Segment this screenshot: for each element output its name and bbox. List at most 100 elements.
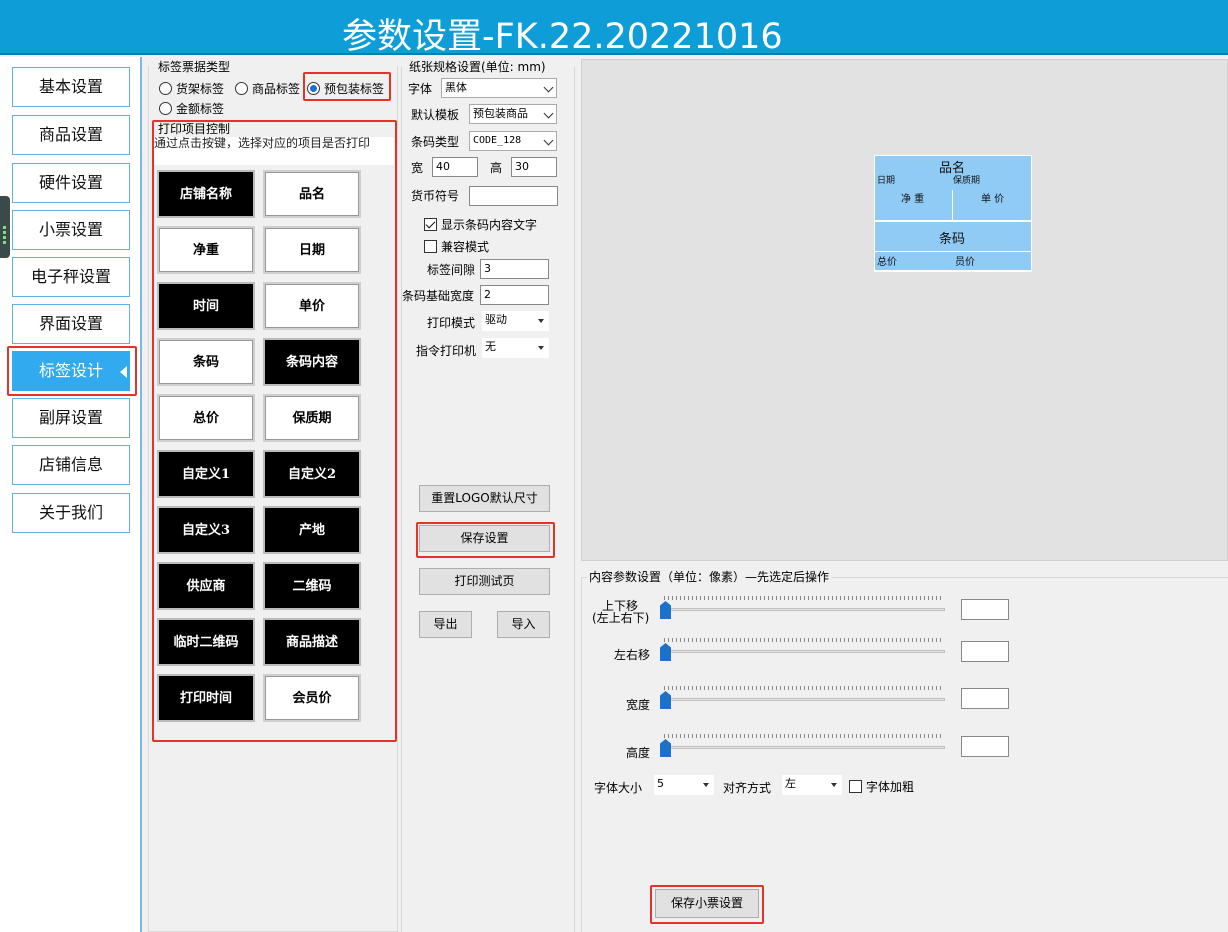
cmd-printer-select[interactable]: 无 bbox=[482, 338, 549, 358]
updown-value-input[interactable] bbox=[961, 599, 1009, 620]
height-label: 高 bbox=[490, 161, 503, 175]
print-control-hint: 通过点击按键，选择对应的项目是否打印 bbox=[154, 137, 394, 165]
dropdown-arrow-icon bbox=[831, 783, 837, 787]
chevron-down-icon bbox=[543, 82, 554, 93]
radio-product-label[interactable]: 商品标签 bbox=[235, 80, 300, 97]
slider-ticks bbox=[664, 638, 941, 642]
toggle-print-time[interactable]: 打印时间 bbox=[157, 674, 255, 722]
barcode-width-label: 条码基础宽度 bbox=[402, 289, 475, 303]
toggle-barcode-content[interactable]: 条码内容 bbox=[263, 338, 361, 386]
preview-cell-unit-price[interactable]: 单 价 bbox=[953, 190, 1031, 220]
paper-height-input[interactable]: 30 bbox=[511, 157, 557, 177]
align-select[interactable]: 左 bbox=[782, 775, 842, 795]
gap-input[interactable]: 3 bbox=[480, 259, 549, 279]
preview-cell-barcode[interactable]: 条码 bbox=[875, 222, 1031, 251]
preview-barcode-text: 条码 bbox=[939, 232, 966, 247]
compat-mode-checkbox[interactable]: 兼容模式 bbox=[424, 238, 489, 255]
save-settings-button[interactable]: 保存设置 bbox=[419, 525, 550, 552]
export-button[interactable]: 导出 bbox=[419, 611, 472, 638]
toggle-custom-1[interactable]: 自定义1 bbox=[157, 450, 255, 498]
print-test-button[interactable]: 打印测试页 bbox=[419, 568, 550, 595]
sidebar-item-second-screen[interactable]: 副屏设置 bbox=[12, 398, 130, 438]
sidebar-item-product[interactable]: 商品设置 bbox=[12, 115, 130, 155]
label-preview-area bbox=[581, 59, 1228, 561]
leftright-slider-track[interactable] bbox=[662, 650, 945, 653]
reset-logo-button[interactable]: 重置LOGO默认尺寸 bbox=[419, 485, 550, 512]
sidebar-item-label-design[interactable]: 标签设计 bbox=[12, 351, 130, 391]
print-mode-select-value: 驱动 bbox=[485, 313, 507, 326]
barcode-type-select-value: CODE_128 bbox=[473, 135, 522, 146]
toggle-unit-price[interactable]: 单价 bbox=[263, 282, 361, 330]
sidebar-item-interface[interactable]: 界面设置 bbox=[12, 304, 130, 344]
preview-net-weight-text: 净 重 bbox=[901, 194, 925, 205]
show-barcode-text-checkbox[interactable]: 显示条码内容文字 bbox=[424, 216, 537, 233]
bold-checkbox[interactable]: 字体加粗 bbox=[849, 778, 914, 795]
template-select[interactable]: 预包装商品 bbox=[469, 104, 557, 124]
radio-dot bbox=[159, 102, 172, 115]
preview-cell-net-weight[interactable]: 净 重 bbox=[875, 190, 952, 220]
toggle-origin[interactable]: 产地 bbox=[263, 506, 361, 554]
save-receipt-settings-button[interactable]: 保存小票设置 bbox=[655, 889, 759, 918]
paper-width-input[interactable]: 40 bbox=[432, 157, 478, 177]
toggle-barcode[interactable]: 条码 bbox=[157, 338, 255, 386]
toggle-product-desc[interactable]: 商品描述 bbox=[263, 618, 361, 666]
print-control-title: 打印项目控制 bbox=[156, 120, 233, 137]
currency-label: 货币符号 bbox=[411, 189, 460, 203]
toggle-total-price[interactable]: 总价 bbox=[157, 394, 255, 442]
toggle-custom-3[interactable]: 自定义3 bbox=[157, 506, 255, 554]
toggle-date[interactable]: 日期 bbox=[263, 226, 361, 274]
radio-amount-label[interactable]: 金额标签 bbox=[159, 100, 224, 117]
preview-total-price-text: 总价 bbox=[877, 257, 897, 268]
height-slider-track[interactable] bbox=[662, 746, 945, 749]
font-size-select[interactable]: 5 bbox=[654, 775, 714, 795]
toggle-net-weight[interactable]: 净重 bbox=[157, 226, 255, 274]
toggle-custom-2[interactable]: 自定义2 bbox=[263, 450, 361, 498]
cmd-printer-select-value: 无 bbox=[485, 340, 496, 353]
import-button[interactable]: 导入 bbox=[497, 611, 550, 638]
radio-shelf-label[interactable]: 货架标签 bbox=[159, 80, 224, 97]
dropdown-arrow-icon bbox=[703, 783, 709, 787]
width-slider-track[interactable] bbox=[662, 698, 945, 701]
slider-ticks bbox=[664, 596, 941, 600]
sidebar-item-store-info[interactable]: 店铺信息 bbox=[12, 445, 130, 485]
sidebar: 基本设置 商品设置 硬件设置 小票设置 电子秤设置 界面设置 标签设计 副屏设置… bbox=[0, 57, 142, 932]
sidebar-item-hardware[interactable]: 硬件设置 bbox=[12, 163, 130, 203]
toggle-temp-qrcode[interactable]: 临时二维码 bbox=[157, 618, 255, 666]
checkbox-label: 显示条码内容文字 bbox=[441, 218, 538, 232]
label-type-title: 标签票据类型 bbox=[156, 58, 233, 75]
toggle-store-name[interactable]: 店铺名称 bbox=[157, 170, 255, 218]
toggle-time[interactable]: 时间 bbox=[157, 282, 255, 330]
sidebar-item-basic[interactable]: 基本设置 bbox=[12, 67, 130, 107]
title-bar: 参数设置-FK.22.20221016 bbox=[0, 0, 1228, 57]
print-mode-select[interactable]: 驱动 bbox=[482, 311, 549, 331]
sidebar-item-scale[interactable]: 电子秤设置 bbox=[12, 257, 130, 297]
radio-dot bbox=[159, 82, 172, 95]
leftright-value-input[interactable] bbox=[961, 641, 1009, 662]
font-select[interactable]: 黑体 bbox=[441, 78, 557, 98]
sidebar-item-about[interactable]: 关于我们 bbox=[12, 493, 130, 533]
updown-slider-track[interactable] bbox=[662, 608, 945, 611]
leftright-label: 左右移 bbox=[614, 648, 651, 662]
barcode-type-select[interactable]: CODE_128 bbox=[469, 131, 557, 151]
drag-handle[interactable] bbox=[0, 196, 10, 258]
preview-cell-total-price[interactable]: 总价 bbox=[875, 252, 953, 270]
preview-member-price-text: 员价 bbox=[955, 257, 975, 268]
preview-unit-price-text: 单 价 bbox=[981, 194, 1005, 205]
preview-cell-member-price[interactable]: 员价 bbox=[953, 252, 1031, 270]
currency-input[interactable] bbox=[469, 186, 558, 206]
toggle-supplier[interactable]: 供应商 bbox=[157, 562, 255, 610]
width-value-input[interactable] bbox=[961, 688, 1009, 709]
checkbox-box-checked bbox=[424, 218, 437, 231]
sidebar-item-label: 标签设计 bbox=[38, 361, 103, 380]
barcode-width-input[interactable]: 2 bbox=[480, 285, 549, 305]
sidebar-item-receipt[interactable]: 小票设置 bbox=[12, 210, 130, 250]
toggle-shelf-life[interactable]: 保质期 bbox=[263, 394, 361, 442]
radio-prepack-label[interactable]: 预包装标签 bbox=[307, 80, 384, 97]
preview-cell-name[interactable]: 品名 日期 保质期 bbox=[875, 156, 1031, 190]
height-value-input[interactable] bbox=[961, 736, 1009, 757]
slider-ticks bbox=[664, 686, 941, 690]
toggle-qrcode[interactable]: 二维码 bbox=[263, 562, 361, 610]
dropdown-arrow-icon bbox=[538, 346, 544, 350]
toggle-member-price[interactable]: 会员价 bbox=[263, 674, 361, 722]
toggle-product-name[interactable]: 品名 bbox=[263, 170, 361, 218]
